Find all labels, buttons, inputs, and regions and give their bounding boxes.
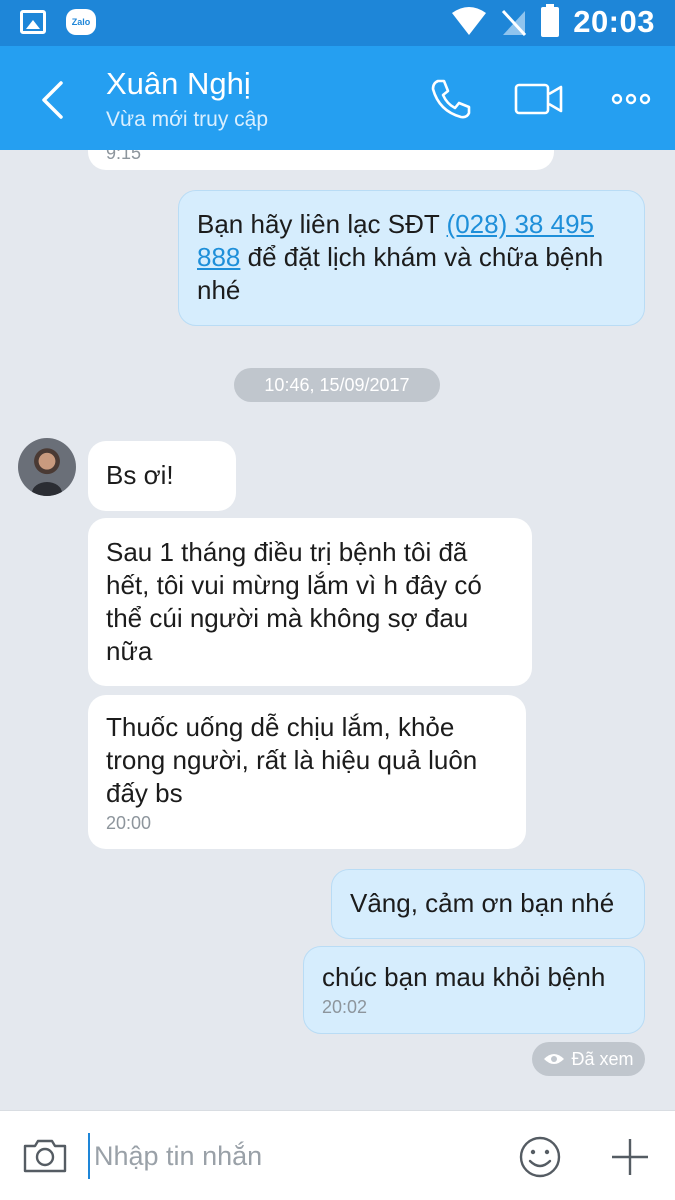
message-text: Bạn hãy liên lạc SĐT xyxy=(197,209,447,239)
message-outgoing[interactable]: chúc bạn mau khỏi bệnh 20:02 xyxy=(303,946,645,1034)
battery-charging-icon xyxy=(541,4,560,37)
seen-label: Đã xem xyxy=(571,1048,634,1069)
contact-status: Vừa mới truy cập xyxy=(106,108,269,131)
plus-icon xyxy=(612,1139,648,1175)
message-input-bar xyxy=(0,1110,675,1200)
emoji-button[interactable] xyxy=(516,1133,564,1181)
contact-avatar[interactable] xyxy=(18,438,76,496)
wifi-icon xyxy=(452,7,487,35)
message-time: 9:15 xyxy=(106,150,142,163)
message-input[interactable] xyxy=(88,1133,498,1179)
camera-icon xyxy=(23,1139,67,1173)
zalo-notification-icon: Zalo xyxy=(66,9,96,35)
call-button[interactable] xyxy=(426,74,476,124)
video-camera-icon xyxy=(514,83,563,115)
chevron-left-icon xyxy=(42,81,63,119)
contact-info[interactable]: Xuân Nghị Vừa mới truy cập xyxy=(106,66,268,132)
message-incoming[interactable]: Bs ơi! xyxy=(88,441,236,511)
back-button[interactable] xyxy=(28,76,76,124)
chat-header: Xuân Nghị Vừa mới truy cập xyxy=(0,46,675,150)
message-time: 20:00 xyxy=(106,813,152,833)
message-outgoing[interactable]: Vâng, cảm ơn bạn nhé xyxy=(331,869,645,939)
status-bar-right: 20:03 xyxy=(451,4,655,40)
status-bar-left: Zalo xyxy=(20,9,96,35)
more-dots-icon xyxy=(611,93,651,105)
gallery-notification-icon xyxy=(20,10,46,34)
camera-button[interactable] xyxy=(20,1131,70,1181)
message-outgoing[interactable]: Bạn hãy liên lạc SĐT (028) 38 495 888 để… xyxy=(178,190,645,326)
message-text: Vâng, cảm ơn bạn nhé xyxy=(350,888,615,918)
message-incoming[interactable]: Thuốc uống dễ chịu lắm, khỏe trong người… xyxy=(88,695,526,849)
message-text: Thuốc uống dễ chịu lắm, khỏe trong người… xyxy=(106,712,478,808)
message-text: Bs ơi! xyxy=(106,460,174,490)
message-incoming-partial[interactable]: 9:15 xyxy=(88,150,554,170)
message-text: Sau 1 tháng điều trị bệnh tôi đã hết, tô… xyxy=(106,537,482,666)
date-separator: 10:46, 15/09/2017 xyxy=(234,368,440,402)
add-attachment-button[interactable] xyxy=(606,1133,654,1181)
message-text: để đặt lịch khám và chữa bệnh nhé xyxy=(197,242,604,305)
message-list[interactable]: 9:15 Bạn hãy liên lạc SĐT (028) 38 495 8… xyxy=(0,150,675,1110)
status-time: 20:03 xyxy=(573,4,655,39)
message-incoming[interactable]: Sau 1 tháng điều trị bệnh tôi đã hết, tô… xyxy=(88,518,532,686)
eye-icon xyxy=(544,1054,565,1064)
contact-name: Xuân Nghị xyxy=(106,66,251,101)
message-time: 20:02 xyxy=(322,997,368,1017)
status-bar: Zalo 20:03 xyxy=(0,0,675,46)
emoji-icon xyxy=(519,1136,561,1178)
no-signal-icon xyxy=(502,9,527,37)
seen-indicator: Đã xem xyxy=(532,1042,645,1076)
video-call-button[interactable] xyxy=(514,74,564,124)
more-options-button[interactable] xyxy=(606,74,656,124)
message-text: chúc bạn mau khỏi bệnh xyxy=(322,962,606,992)
phone-icon xyxy=(431,79,471,119)
